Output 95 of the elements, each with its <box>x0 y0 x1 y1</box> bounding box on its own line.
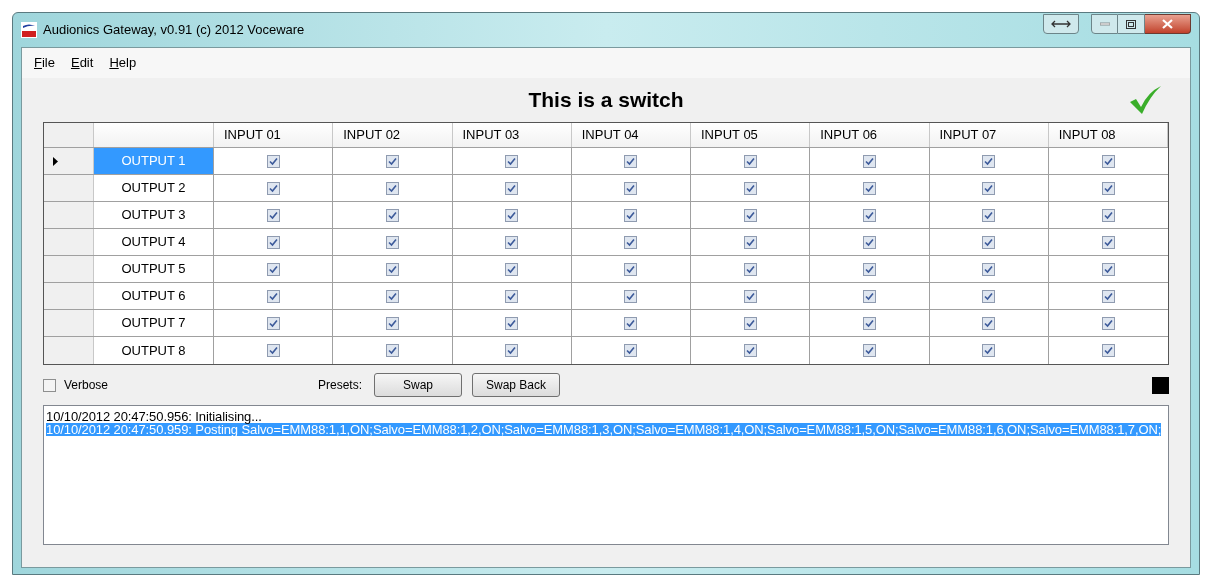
checkbox[interactable] <box>743 262 757 276</box>
status-indicator <box>1152 376 1169 394</box>
checkbox[interactable] <box>1101 235 1115 249</box>
column-header[interactable]: INPUT 04 <box>571 123 691 147</box>
menu-item[interactable]: Edit <box>70 53 94 73</box>
checkbox[interactable] <box>743 344 757 357</box>
checkbox[interactable] <box>505 235 519 249</box>
column-header[interactable]: INPUT 01 <box>214 123 334 147</box>
checkbox[interactable] <box>743 316 757 330</box>
checkbox[interactable] <box>266 344 280 357</box>
column-header[interactable]: INPUT 02 <box>333 123 453 147</box>
checkbox[interactable] <box>266 181 280 195</box>
checkbox[interactable] <box>505 154 519 168</box>
checkbox[interactable] <box>743 208 757 222</box>
column-header[interactable]: INPUT 03 <box>452 123 572 147</box>
maximize-icon <box>1126 19 1136 29</box>
column-header[interactable]: INPUT 07 <box>929 123 1049 147</box>
checkbox[interactable] <box>624 208 638 222</box>
checkbox[interactable] <box>43 378 56 392</box>
checkbox[interactable] <box>1101 289 1115 303</box>
verbose-label: Verbose <box>64 377 109 394</box>
corner-header <box>44 123 94 147</box>
checkbox[interactable] <box>982 154 996 168</box>
checkbox[interactable] <box>505 316 519 330</box>
checkbox[interactable] <box>624 154 638 168</box>
heading: This is a switch <box>528 87 684 114</box>
checkbox[interactable] <box>505 262 519 276</box>
checkbox[interactable] <box>982 181 996 195</box>
minimize-icon <box>1099 22 1110 26</box>
checkbox[interactable] <box>385 181 399 195</box>
checkbox[interactable] <box>982 262 996 276</box>
checkbox[interactable] <box>385 262 399 276</box>
checkbox[interactable] <box>266 208 280 222</box>
checkbox[interactable] <box>266 235 280 249</box>
checkbox[interactable] <box>862 344 876 357</box>
checkbox[interactable] <box>385 316 399 330</box>
double-arrow-icon <box>1051 19 1071 29</box>
close-icon <box>1162 19 1173 29</box>
column-header[interactable]: INPUT 05 <box>691 123 811 147</box>
checkbox[interactable] <box>505 208 519 222</box>
checkbox[interactable] <box>505 344 519 357</box>
maximize-button[interactable] <box>1118 14 1145 34</box>
checkbox[interactable] <box>385 208 399 222</box>
checkbox[interactable] <box>862 262 876 276</box>
checkbox[interactable] <box>1101 344 1115 357</box>
checkbox[interactable] <box>385 344 399 357</box>
checkbox[interactable] <box>624 181 638 195</box>
checkbox[interactable] <box>862 289 876 303</box>
checkbox[interactable] <box>982 235 996 249</box>
checkbox[interactable] <box>743 289 757 303</box>
checkbox[interactable] <box>982 344 996 357</box>
checkbox[interactable] <box>982 208 996 222</box>
checkbox[interactable] <box>982 316 996 330</box>
log-entry[interactable]: 10/10/2012 20:47:50.956: Initialising... <box>46 410 262 423</box>
checkbox[interactable] <box>624 235 638 249</box>
checkbox[interactable] <box>743 181 757 195</box>
checkbox[interactable] <box>266 154 280 168</box>
column-header[interactable]: INPUT 08 <box>1048 123 1168 147</box>
checkbox[interactable] <box>624 344 638 357</box>
checkbox[interactable] <box>505 181 519 195</box>
checkbox[interactable] <box>862 316 876 330</box>
checkbox[interactable] <box>624 289 638 303</box>
column-header[interactable]: INPUT 06 <box>810 123 930 147</box>
checkbox[interactable] <box>862 208 876 222</box>
checkbox[interactable] <box>982 289 996 303</box>
checkbox[interactable] <box>743 154 757 168</box>
close-button[interactable] <box>1145 14 1191 34</box>
checkbox[interactable] <box>1101 154 1115 168</box>
presets-label: Presets: <box>318 377 362 394</box>
checkbox[interactable] <box>1101 208 1115 222</box>
current-row-icon <box>53 156 58 166</box>
checkbox[interactable] <box>743 235 757 249</box>
checkbox[interactable] <box>385 289 399 303</box>
checkbox[interactable] <box>266 316 280 330</box>
checkbox[interactable] <box>266 289 280 303</box>
checkbox[interactable] <box>385 235 399 249</box>
checkbox[interactable] <box>862 181 876 195</box>
app-logo-icon <box>21 22 37 38</box>
preset-button[interactable]: Swap <box>374 373 462 397</box>
menu-item[interactable]: File <box>34 53 55 73</box>
checkbox[interactable] <box>1101 316 1115 330</box>
checkbox[interactable] <box>624 316 638 330</box>
window-title: Audionics Gateway, v0.91 (c) 2012 Voceware <box>43 21 305 40</box>
checkbox[interactable] <box>1101 262 1115 276</box>
checkbox[interactable] <box>266 262 280 276</box>
checkmark-icon <box>1128 84 1162 116</box>
checkbox[interactable] <box>1101 181 1115 195</box>
resize-button[interactable] <box>1043 14 1079 34</box>
checkbox[interactable] <box>624 262 638 276</box>
menu-item[interactable]: Help <box>109 53 137 73</box>
preset-button[interactable]: Swap Back <box>472 373 560 397</box>
checkbox[interactable] <box>385 154 399 168</box>
checkbox[interactable] <box>862 154 876 168</box>
checkbox[interactable] <box>862 235 876 249</box>
checkbox[interactable] <box>505 289 519 303</box>
